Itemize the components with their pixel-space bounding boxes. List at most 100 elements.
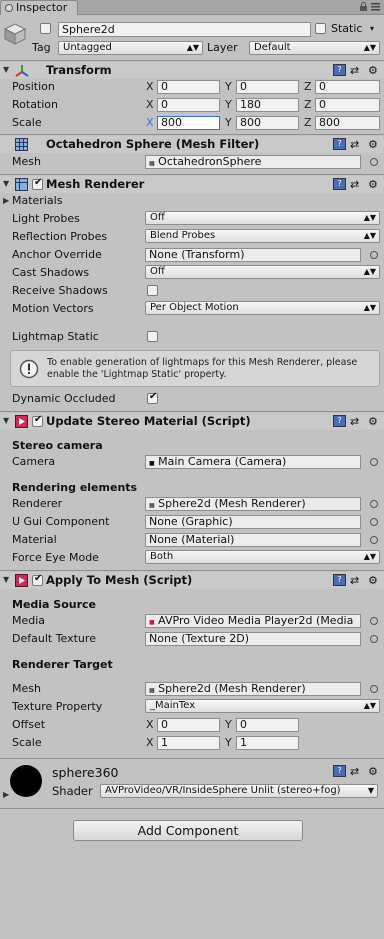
inspector-tab[interactable]: Inspector <box>0 0 78 15</box>
object-picker-icon[interactable] <box>370 518 378 526</box>
object-picker-icon[interactable] <box>370 536 378 544</box>
layer-dropdown[interactable]: Default ▲▼ <box>249 41 380 55</box>
help-icon[interactable]: ? <box>333 574 346 586</box>
renderer-label: Renderer <box>12 497 63 510</box>
dynamic-occluded-checkbox[interactable] <box>147 391 158 404</box>
position-x-field[interactable]: 0 <box>157 80 220 94</box>
axis-y-label: Y <box>225 718 232 731</box>
receive-shadows-checkbox[interactable] <box>147 285 158 296</box>
camera-field[interactable]: ■ Main Camera (Camera) <box>145 455 361 469</box>
position-y-field[interactable]: 0 <box>236 80 299 94</box>
target-mesh-field[interactable]: ▦ Sphere2d (Mesh Renderer) <box>145 682 361 696</box>
cast-shadows-dropdown[interactable]: Off ▲▼ <box>145 265 380 279</box>
gear-icon[interactable]: ⚙ <box>368 763 378 780</box>
texture-property-label: Texture Property <box>12 700 103 713</box>
default-texture-field[interactable]: None (Texture 2D) <box>145 632 361 646</box>
object-active-checkbox[interactable] <box>40 23 51 34</box>
scale-x-field[interactable]: 800 <box>157 116 220 130</box>
help-icon[interactable]: ? <box>333 138 346 150</box>
preset-icon[interactable]: ⇄ <box>350 572 359 589</box>
offset-y-field[interactable]: 0 <box>236 718 299 732</box>
static-dropdown-icon[interactable]: ▾ <box>370 22 374 36</box>
renderer-field[interactable]: ▦ Sphere2d (Mesh Renderer) <box>145 497 361 511</box>
lock-icon[interactable] <box>359 2 368 11</box>
anchor-override-field[interactable]: None (Transform) <box>145 248 361 262</box>
gear-icon[interactable]: ⚙ <box>368 136 378 153</box>
object-picker-icon[interactable] <box>370 617 378 625</box>
mesh-renderer-icon: ▦ <box>149 687 155 694</box>
motion-vectors-dropdown[interactable]: Per Object Motion ▲▼ <box>145 301 380 315</box>
layer-label: Layer <box>207 41 238 54</box>
rotation-y-field[interactable]: 180 <box>236 98 299 112</box>
tab-menu-icon[interactable] <box>371 2 380 11</box>
object-picker-icon[interactable] <box>370 251 378 259</box>
tag-dropdown[interactable]: Untagged ▲▼ <box>58 41 203 55</box>
mesh-field[interactable]: ▦ OctahedronSphere <box>145 155 361 169</box>
axis-x-label: X <box>146 98 154 111</box>
force-eye-mode-dropdown[interactable]: Both ▲▼ <box>145 550 380 564</box>
materials-foldout-icon[interactable]: ▶ <box>3 194 9 208</box>
mesh-renderer-enabled-checkbox[interactable] <box>32 177 43 190</box>
apply-to-mesh-enabled-checkbox[interactable] <box>32 573 43 586</box>
shader-dropdown[interactable]: AVProVideo/VR/InsideSphere Unlit (stereo… <box>100 784 378 798</box>
gear-icon[interactable]: ⚙ <box>368 176 378 193</box>
foldout-icon[interactable]: ▼ <box>3 414 9 428</box>
gear-icon[interactable]: ⚙ <box>368 572 378 589</box>
mesh-filter-header[interactable]: Octahedron Sphere (Mesh Filter) ? ⇄ ⚙ <box>0 136 384 153</box>
object-picker-icon[interactable] <box>370 158 378 166</box>
preset-icon[interactable]: ⇄ <box>350 62 359 79</box>
help-icon[interactable]: ? <box>333 178 346 190</box>
media-field[interactable]: ■ AVPro Video Media Player2d (Media <box>145 614 361 628</box>
position-z-field[interactable]: 0 <box>315 80 380 94</box>
object-picker-icon[interactable] <box>370 685 378 693</box>
mesh-renderer-header[interactable]: ▼ Mesh Renderer ? ⇄ ⚙ <box>0 176 384 193</box>
rotation-z-field[interactable]: 0 <box>315 98 380 112</box>
offset-x-field[interactable]: 0 <box>157 718 220 732</box>
axis-x-label: X <box>146 736 154 749</box>
info-text: To enable generation of lightmaps for th… <box>47 357 358 380</box>
light-probes-dropdown[interactable]: Off ▲▼ <box>145 211 380 225</box>
object-picker-icon[interactable] <box>370 458 378 466</box>
mesh-filter-icon <box>15 138 28 151</box>
preset-icon[interactable]: ⇄ <box>350 763 359 780</box>
axis-y-label: Y <box>225 116 232 129</box>
materials-label[interactable]: Materials <box>12 194 62 208</box>
preset-icon[interactable]: ⇄ <box>350 413 359 430</box>
foldout-icon[interactable]: ▼ <box>3 177 9 191</box>
add-component-button[interactable]: Add Component <box>73 820 303 841</box>
uv-scale-y-field[interactable]: 1 <box>236 736 299 750</box>
separator <box>0 758 384 759</box>
update-stereo-header[interactable]: ▼ Update Stereo Material (Script) ? ⇄ ⚙ <box>0 413 384 430</box>
foldout-icon[interactable]: ▼ <box>3 573 9 587</box>
lightmap-info-box: To enable generation of lightmaps for th… <box>10 350 380 387</box>
static-checkbox[interactable] <box>315 23 326 34</box>
material-foldout-icon[interactable]: ▶ <box>3 788 9 802</box>
scale-z-field[interactable]: 800 <box>315 116 380 130</box>
reflection-probes-dropdown[interactable]: Blend Probes ▲▼ <box>145 229 380 243</box>
preset-icon[interactable]: ⇄ <box>350 176 359 193</box>
object-name-field[interactable]: Sphere2d <box>58 22 311 37</box>
help-icon[interactable]: ? <box>333 64 346 76</box>
object-picker-icon[interactable] <box>370 635 378 643</box>
gear-icon[interactable]: ⚙ <box>368 413 378 430</box>
apply-to-mesh-header[interactable]: ▼ Apply To Mesh (Script) ? ⇄ ⚙ <box>0 572 384 589</box>
separator <box>0 60 384 61</box>
object-picker-icon[interactable] <box>370 500 378 508</box>
ugui-component-field[interactable]: None (Graphic) <box>145 515 361 529</box>
foldout-icon[interactable]: ▼ <box>3 63 9 77</box>
axis-y-label: Y <box>225 736 232 749</box>
rotation-x-field[interactable]: 0 <box>157 98 220 112</box>
separator <box>0 411 384 412</box>
gear-icon[interactable]: ⚙ <box>368 62 378 79</box>
update-stereo-enabled-checkbox[interactable] <box>32 414 43 427</box>
help-icon[interactable]: ? <box>333 415 346 427</box>
preset-icon[interactable]: ⇄ <box>350 136 359 153</box>
lightmap-static-checkbox[interactable] <box>147 331 158 342</box>
transform-header[interactable]: ▼ Transform ? ⇄ ⚙ <box>0 62 384 79</box>
texture-property-dropdown[interactable]: _MainTex ▲▼ <box>145 699 380 713</box>
axis-z-label: Z <box>304 116 312 129</box>
scale-y-field[interactable]: 800 <box>236 116 299 130</box>
material-field[interactable]: None (Material) <box>145 533 361 547</box>
help-icon[interactable]: ? <box>333 765 346 777</box>
uv-scale-x-field[interactable]: 1 <box>157 736 220 750</box>
